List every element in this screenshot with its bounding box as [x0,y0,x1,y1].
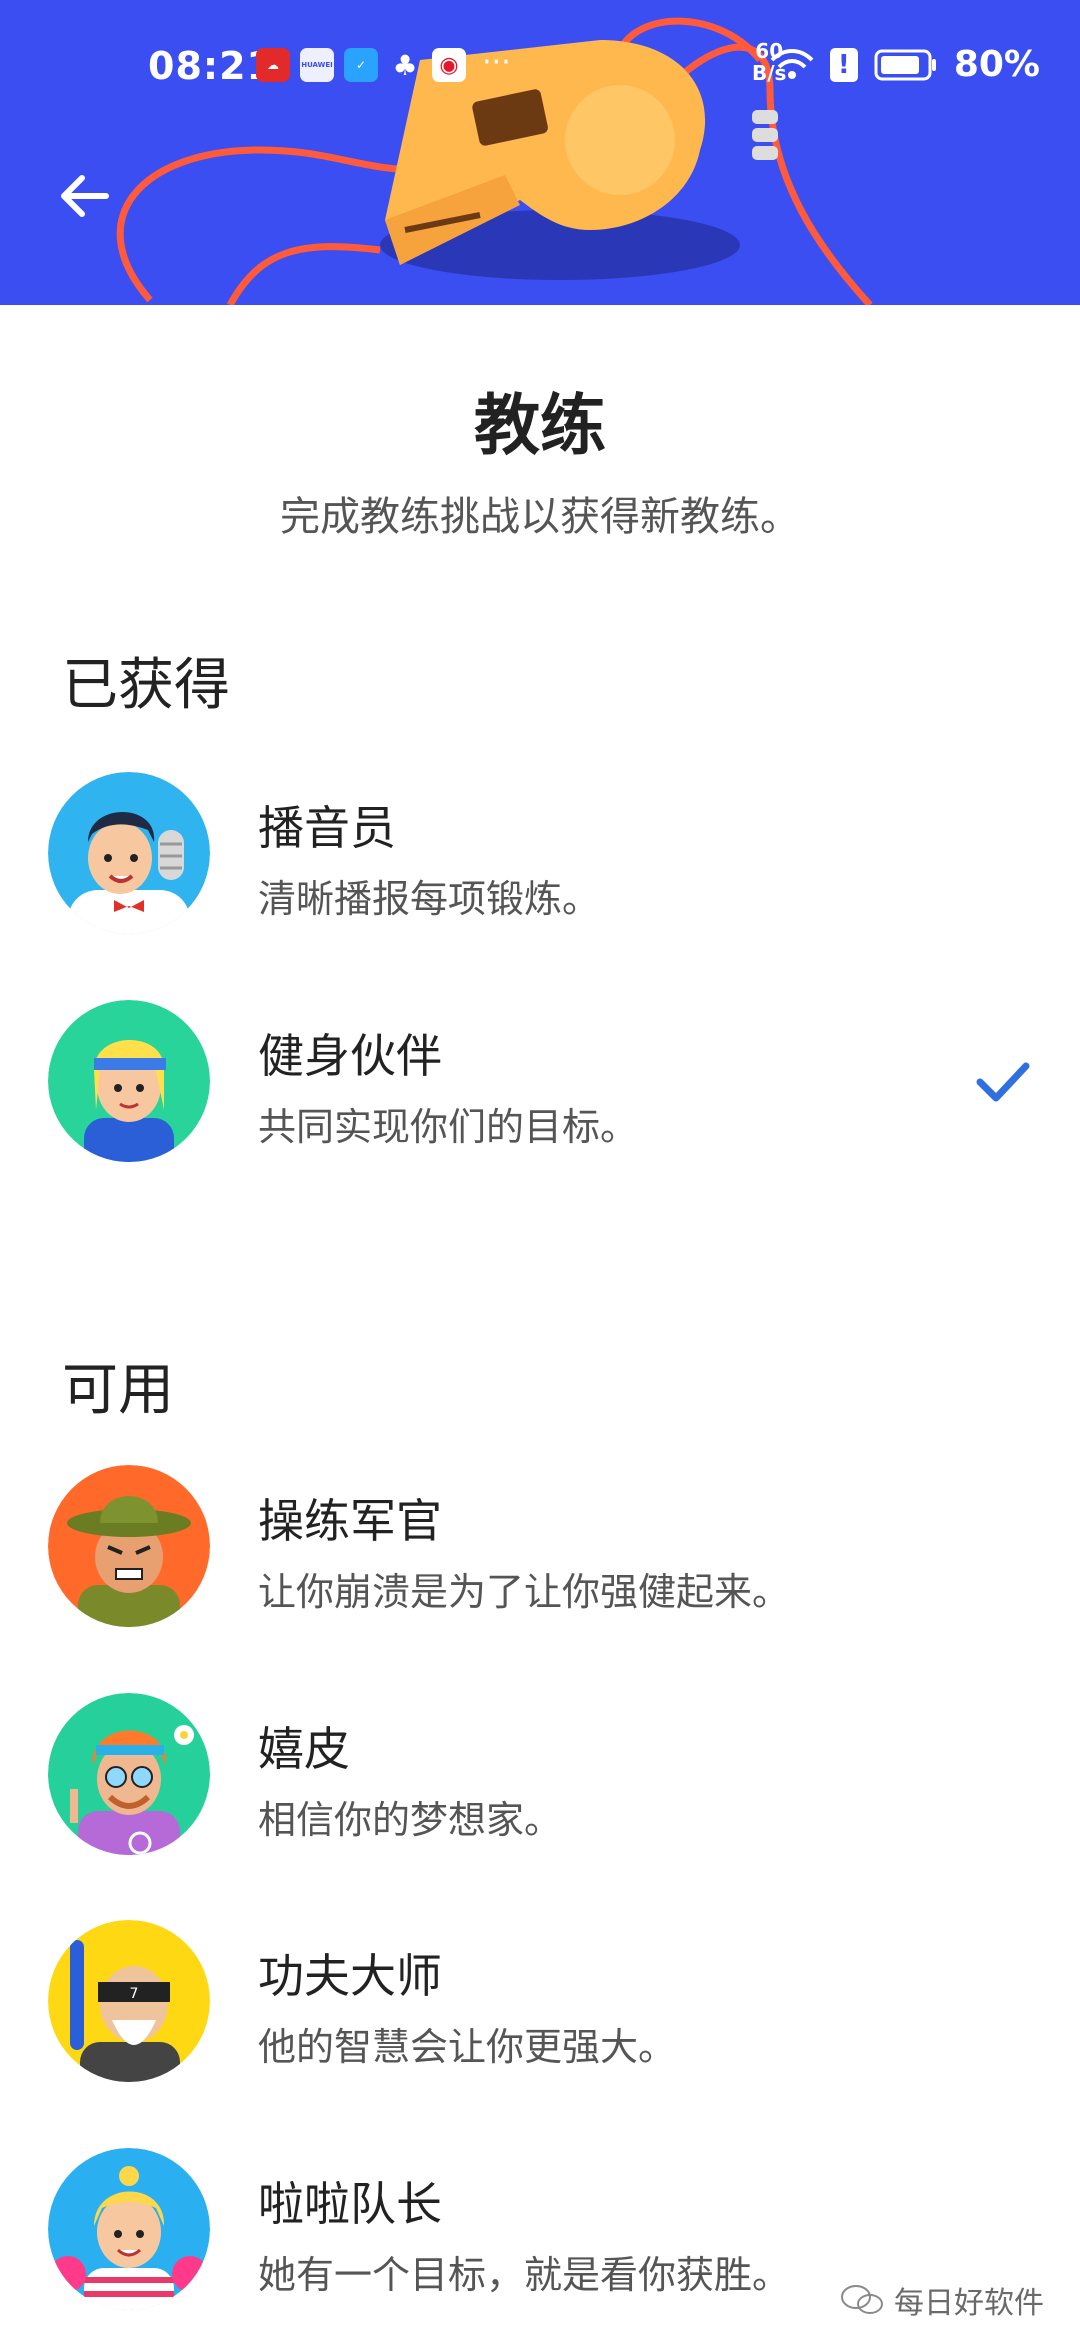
battery-icon [874,49,936,80]
status-right-group: ! 80% [770,44,1040,85]
more-notifications-icon: ··· [482,45,511,80]
watermark-text: 每日好软件 [894,2286,1044,2321]
coach-name: 健身伙伴 [258,1029,442,1083]
alert-icon: ! [829,47,858,82]
coach-item-hippie[interactable]: 嬉皮 相信你的梦想家。 [0,1693,1080,1863]
back-button[interactable] [48,160,120,232]
coach-description: 共同实现你们的目标。 [258,1105,639,1149]
page-subtitle: 完成教练挑战以获得新教练。 [280,494,800,540]
notification-icons: ☁ HUAWEI ✓ ♣ ◉ ··· [256,48,511,82]
cloud-app-icon: ☁ [256,48,290,82]
coach-description: 让你崩溃是为了让你强健起来。 [258,1570,791,1614]
hippie-avatar [48,1693,210,1855]
wechat-icon [841,2285,883,2314]
available-section-title: 可用 [62,1358,174,1423]
cherry-app-icon: ♣ [392,48,418,82]
coaches-screen: 08:21 ☁ HUAWEI ✓ ♣ ◉ ··· 60 B/s ! 80% 教练… [0,0,1080,2340]
coach-description: 清晰播报每项锻炼。 [258,877,601,921]
coach-name: 操练军官 [258,1494,442,1548]
cheerleader-avatar [48,2148,210,2310]
announcer-avatar [48,772,210,934]
selected-check-icon [976,1062,1030,1102]
battery-percent: 80% [953,44,1040,85]
coach-description: 相信你的梦想家。 [258,1798,563,1842]
coach-item-kungfu-master[interactable]: 7 功夫大师 他的智慧会让你更强大。 [0,1920,1080,2090]
coach-description: 他的智慧会让你更强大。 [258,2025,677,2069]
coach-item-drill-sergeant[interactable]: 操练军官 让你崩溃是为了让你强健起来。 [0,1465,1080,1635]
kungfu-master-avatar: 7 [48,1920,210,2082]
coach-name: 功夫大师 [258,1949,442,2003]
coach-name: 嬉皮 [258,1722,350,1776]
watermark: 每日好软件 [840,2278,1044,2322]
coach-description: 她有一个目标，就是看你获胜。 [258,2253,791,2297]
wifi-icon [770,48,814,79]
page-title: 教练 [474,387,606,464]
weibo-app-icon: ◉ [432,48,466,82]
shield-app-icon: ✓ [344,48,378,82]
status-bar: 08:21 ☁ HUAWEI ✓ ♣ ◉ ··· 60 B/s ! 80% [0,0,1080,130]
coach-item-announcer[interactable]: 播音员 清晰播报每项锻炼。 [0,772,1080,942]
earned-section-title: 已获得 [62,653,230,718]
coach-name: 啦啦队长 [258,2177,442,2231]
arrow-left-icon [61,175,109,217]
huawei-app-icon: HUAWEI [300,48,334,82]
svg-text:7: 7 [130,1986,139,2002]
coach-name: 播音员 [258,801,396,855]
header-banner: 08:21 ☁ HUAWEI ✓ ♣ ◉ ··· 60 B/s ! 80% [0,0,1080,305]
fitness-buddy-avatar [48,1000,210,1162]
coach-item-fitness-buddy[interactable]: 健身伙伴 共同实现你们的目标。 [0,1000,1080,1170]
drill-sergeant-avatar [48,1465,210,1627]
